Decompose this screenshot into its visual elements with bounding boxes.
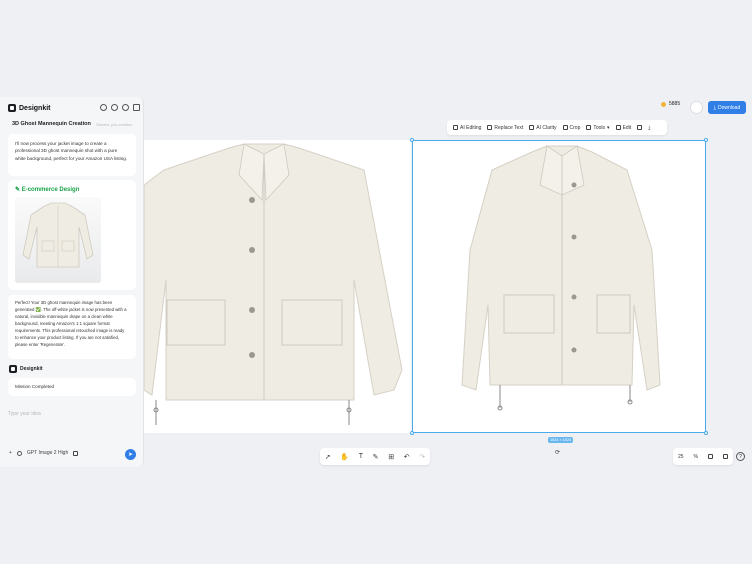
text-tool-icon[interactable]: T	[359, 453, 363, 460]
refresh-icon[interactable]	[122, 104, 129, 111]
history-icon[interactable]	[111, 104, 118, 111]
zoom-controls: 25 %	[673, 448, 733, 465]
replace-text-label: Replace Text	[494, 124, 524, 131]
edit-icon	[615, 125, 621, 130]
edit-label: Edit	[622, 124, 632, 131]
avatar[interactable]	[690, 101, 703, 114]
zoom-unit: %	[693, 453, 698, 460]
download-image-button[interactable]: ⤓	[648, 125, 650, 131]
section-label-text: E-commerce Design	[21, 187, 80, 193]
status-message: Mission Completed	[8, 378, 136, 396]
model-icon	[16, 450, 22, 456]
select-tool-icon[interactable]: ➚	[325, 453, 331, 461]
section-label: ✎ E-commerce Design	[15, 186, 79, 193]
resize-handle[interactable]	[704, 138, 708, 142]
add-icon[interactable]: +	[9, 450, 12, 456]
send-icon: ➤	[127, 452, 134, 458]
edit-button[interactable]: Edit	[615, 124, 632, 131]
rotate-icon[interactable]: ⟳	[555, 449, 560, 456]
result-thumbnail[interactable]	[15, 197, 101, 283]
size-tag: 1024 × 1024	[548, 437, 574, 443]
crop-button[interactable]: Crop	[562, 124, 581, 131]
agent-row: Designkit	[9, 365, 43, 373]
tools-icon	[586, 125, 592, 130]
app-name: Designkit	[19, 104, 51, 112]
comment-icon	[637, 125, 643, 130]
fit-screen-icon[interactable]	[707, 454, 713, 459]
download-image-icon: ⤓	[648, 124, 651, 131]
canvas-tools: ➚ ✋ T ✎ ⊞ ↶ ↷	[320, 448, 430, 465]
prompt-input[interactable]: Type your idea	[8, 411, 41, 417]
add-shape-icon[interactable]: ⊞	[388, 453, 394, 461]
jacket-thumbnail-image	[22, 202, 94, 268]
credits-value: 5885	[669, 101, 681, 107]
ai-editing-button[interactable]: AI Editing	[453, 125, 481, 131]
send-button[interactable]: ➤	[125, 449, 136, 460]
chevron-down-icon: ▾	[607, 124, 610, 131]
brand: Designkit	[8, 104, 51, 112]
zoom-value[interactable]: 25	[678, 454, 684, 460]
crop-icon	[562, 125, 568, 130]
task-title: 3D Ghost Mannequin Creation	[12, 121, 91, 127]
result-message: Perfect! Your 3D ghost mannequin image h…	[8, 295, 136, 359]
original-jacket-image	[143, 143, 403, 425]
ai-clarity-icon	[529, 125, 535, 130]
credits[interactable]: 5885	[661, 101, 680, 107]
ai-editing-label: AI Editing	[460, 124, 482, 131]
tools-button[interactable]: Tools ▾	[586, 124, 610, 131]
designkit-logo-icon	[8, 104, 16, 112]
original-image[interactable]	[143, 140, 411, 433]
download-label: Download	[717, 104, 741, 111]
collapse-panel-icon[interactable]	[133, 104, 140, 111]
download-icon: ⤓	[713, 104, 716, 111]
redo-icon[interactable]: ↷	[419, 453, 425, 461]
input-footer: + GPT Image 2 High	[9, 450, 79, 456]
hand-tool-icon[interactable]: ✋	[340, 453, 349, 461]
resize-handle[interactable]	[704, 431, 708, 435]
tools-label: Tools	[593, 124, 606, 131]
intro-message: I'll now process your jacket image to cr…	[8, 134, 136, 176]
download-button[interactable]: ⤓ Download	[708, 101, 746, 114]
pen-tool-icon[interactable]: ✎	[373, 453, 379, 461]
resize-handle[interactable]	[410, 138, 414, 142]
settings-icon[interactable]	[73, 450, 79, 456]
model-selector[interactable]: GPT Image 2 High	[27, 450, 68, 456]
agent-avatar-icon	[9, 365, 17, 373]
layers-icon[interactable]	[722, 454, 728, 459]
resize-handle[interactable]	[410, 431, 414, 435]
image-toolbar: AI Editing Replace Text AI Clarity Crop …	[447, 120, 667, 135]
ai-clarity-label: AI Clarity	[536, 124, 557, 131]
crop-label: Crop	[569, 124, 581, 131]
selection-box[interactable]	[410, 138, 708, 435]
coin-icon	[661, 101, 666, 107]
ai-editing-icon	[453, 125, 458, 130]
design-icon: ✎	[15, 187, 22, 193]
replace-text-button[interactable]: Replace Text	[487, 125, 523, 131]
help-icon[interactable]: ?	[736, 452, 745, 461]
ai-clarity-button[interactable]: AI Clarity	[529, 124, 557, 131]
agent-name: Designkit	[20, 366, 43, 372]
comment-button[interactable]	[637, 125, 643, 130]
undo-icon[interactable]: ↶	[404, 453, 410, 461]
replace-text-icon	[487, 125, 493, 130]
new-chat-icon[interactable]	[100, 104, 107, 111]
task-subtitle: Stream, pre-creation	[96, 122, 133, 127]
panel-header-icons	[100, 104, 140, 111]
